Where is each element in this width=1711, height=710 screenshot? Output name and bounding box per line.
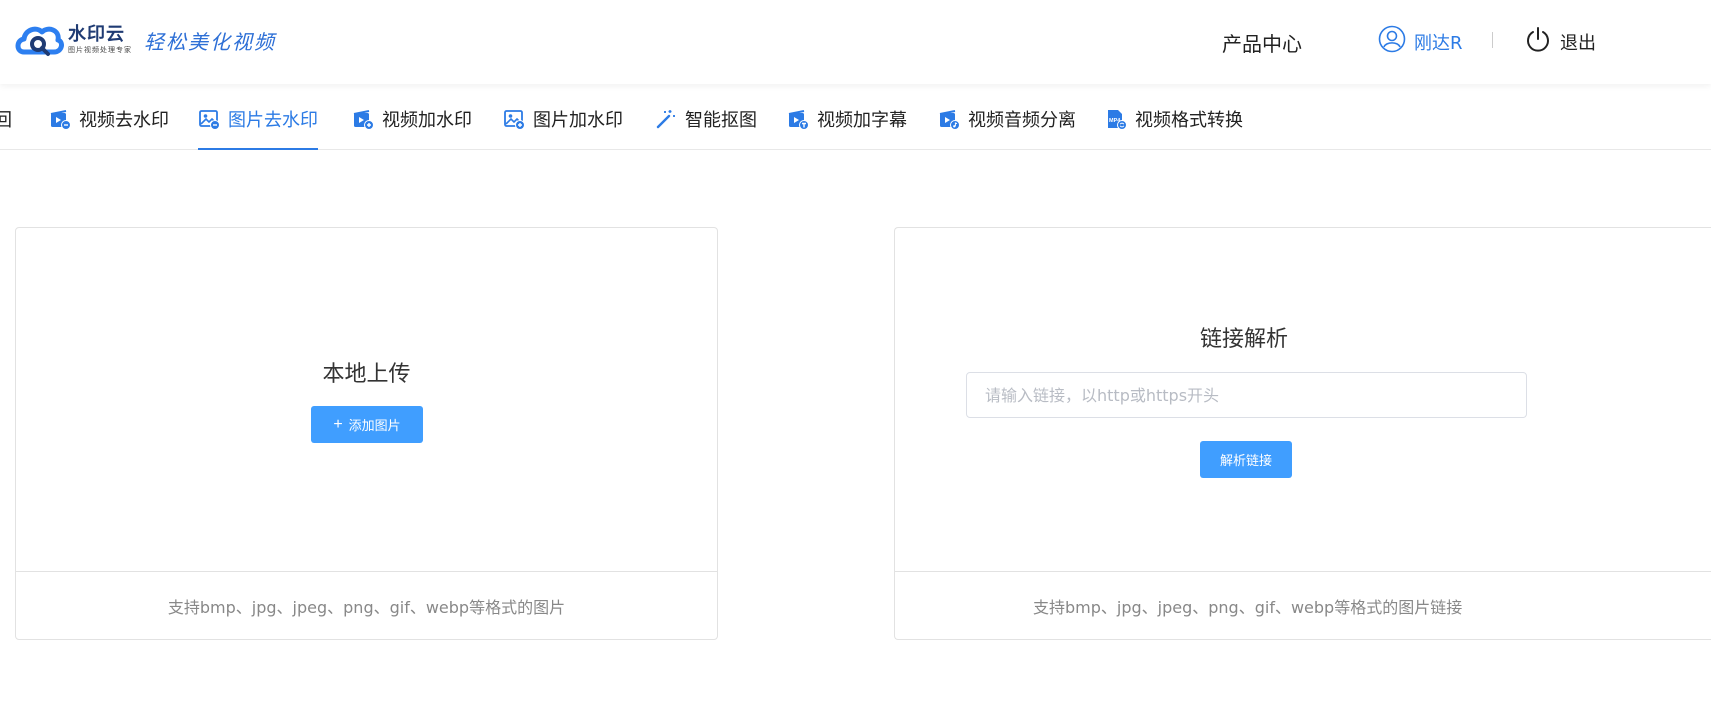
logout-button[interactable]: 退出 [1524, 25, 1596, 58]
logo[interactable]: 水印云 图片视频处理专家 轻松美化视频 [14, 20, 276, 60]
tab-video-audio-separation[interactable]: 视频音频分离 [938, 88, 1076, 150]
top-header: 水印云 图片视频处理专家 轻松美化视频 产品中心 刚达R 退出 [0, 0, 1711, 84]
add-image-button[interactable]: + 添加图片 [311, 406, 423, 443]
logo-slogan: 轻松美化视频 [144, 29, 276, 54]
tab-image-remove-watermark[interactable]: 图片去水印 [198, 88, 318, 150]
header-divider [1492, 32, 1493, 48]
tab-label: 视频加字幕 [817, 110, 907, 131]
logo-subtitle: 图片视频处理专家 [68, 46, 132, 54]
product-center-link[interactable]: 产品中心 [1222, 28, 1302, 57]
tab-video-format-convert[interactable]: MP4 视频格式转换 [1105, 88, 1243, 150]
link-parse-panel: 链接解析 解析链接 支持bmp、jpg、jpeg、png、gif、webp等格式… [894, 227, 1711, 640]
tab-label: 视频加水印 [382, 110, 472, 131]
tab-video-remove-watermark[interactable]: 视频去水印 [49, 88, 169, 150]
tool-tabs: 返回 视频去水印 图片去水印 视频加水印 图片加水印 智能抠图 [0, 88, 1711, 150]
upload-format-hint: 支持bmp、jpg、jpeg、png、gif、webp等格式的图片 [16, 571, 717, 639]
user-menu[interactable]: 刚达R [1378, 25, 1463, 58]
image-remove-icon [198, 108, 220, 130]
magic-wand-icon [655, 108, 677, 130]
link-format-hint: 支持bmp、jpg、jpeg、png、gif、webp等格式的图片链接 [895, 571, 1711, 639]
video-remove-icon [49, 108, 71, 130]
link-input[interactable] [966, 372, 1527, 418]
tab-label: 智能抠图 [685, 110, 757, 131]
add-image-label: 添加图片 [348, 418, 401, 433]
tab-video-add-watermark[interactable]: 视频加水印 [352, 88, 472, 150]
local-upload-panel: 本地上传 + 添加图片 支持bmp、jpg、jpeg、png、gif、webp等… [15, 227, 718, 640]
tab-label: 图片去水印 [228, 110, 318, 131]
cloud-logo-icon [14, 20, 64, 60]
tab-image-add-watermark[interactable]: 图片加水印 [503, 88, 623, 150]
username: 刚达R [1414, 32, 1463, 54]
tab-video-subtitles[interactable]: 视频加字幕 [787, 88, 907, 150]
parse-link-button[interactable]: 解析链接 [1200, 441, 1292, 478]
tab-label: 返回 [0, 110, 12, 131]
tab-back[interactable]: 返回 [0, 88, 12, 150]
video-subtitle-icon [787, 108, 809, 130]
tab-label: 视频音频分离 [968, 110, 1076, 131]
tab-smart-cutout[interactable]: 智能抠图 [655, 88, 757, 150]
upload-title: 本地上传 [322, 362, 411, 387]
logo-name: 水印云 [68, 24, 125, 45]
logout-label: 退出 [1560, 32, 1596, 54]
user-avatar-icon [1378, 25, 1414, 58]
tab-label: 视频格式转换 [1135, 110, 1243, 131]
link-parse-title: 链接解析 [1200, 327, 1289, 352]
mp4-format-icon: MP4 [1105, 108, 1127, 130]
video-add-icon [352, 108, 374, 130]
plus-icon: + [333, 415, 343, 433]
tab-label: 图片加水印 [533, 110, 623, 131]
video-audio-icon [938, 108, 960, 130]
tab-label: 视频去水印 [79, 110, 169, 131]
power-icon [1524, 25, 1560, 58]
image-add-icon [503, 108, 525, 130]
